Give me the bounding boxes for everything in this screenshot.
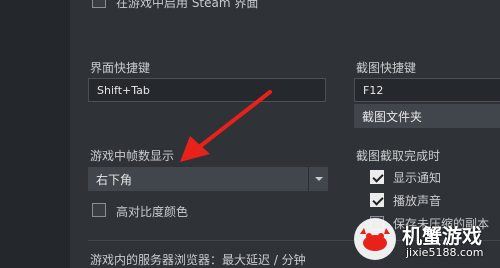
watermark-url: jixie5188.com: [406, 246, 484, 259]
crab-logo-icon: [354, 218, 396, 260]
watermark-title: 机蟹游戏: [402, 224, 482, 248]
watermark: 机蟹游戏 jixie5188.com: [352, 214, 492, 264]
